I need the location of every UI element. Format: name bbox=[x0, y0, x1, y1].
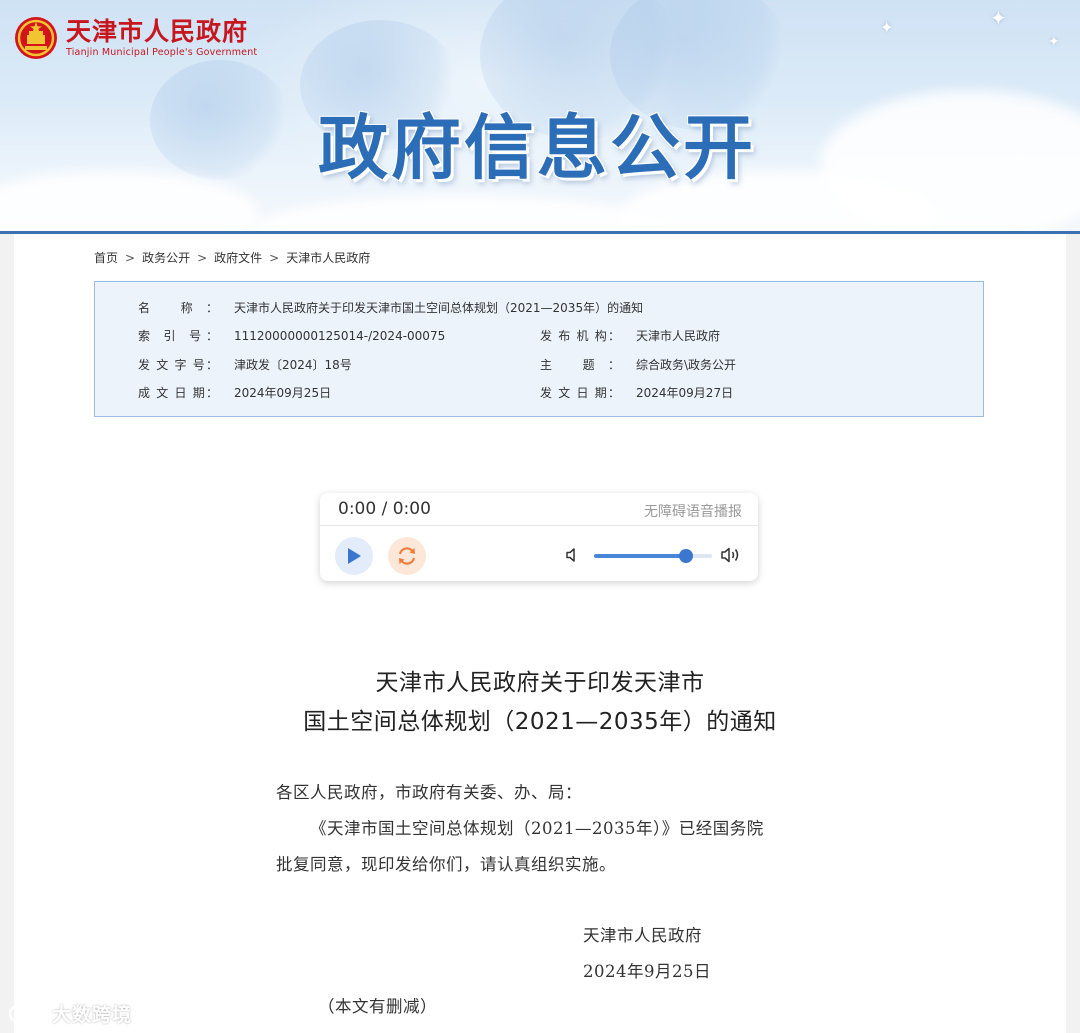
header-banner: ✦ ✦ ✦ 天津市人民政府 Tianjin Municipal People's… bbox=[0, 0, 1080, 232]
watermark-text: 大数跨境 bbox=[52, 1004, 133, 1026]
accessible-tts-label[interactable]: 无障碍语音播报 bbox=[644, 501, 742, 521]
site-logo[interactable]: 天津市人民政府 Tianjin Municipal People's Gover… bbox=[14, 16, 257, 60]
site-name-en: Tianjin Municipal People's Government bbox=[66, 46, 258, 58]
meta-name-label: 名 称： bbox=[138, 301, 218, 315]
page-side-margin bbox=[1066, 234, 1080, 1033]
dove-icon: ✦ bbox=[1048, 34, 1060, 50]
breadcrumb-gov-affairs[interactable]: 政务公开 bbox=[142, 251, 190, 265]
play-icon bbox=[348, 548, 361, 564]
banner-flower-decoration bbox=[150, 60, 290, 180]
watermark-logo-icon bbox=[8, 1004, 46, 1023]
loop-button[interactable] bbox=[388, 537, 426, 575]
player-time: 0:00 / 0:00 bbox=[338, 499, 431, 519]
breadcrumb-home[interactable]: 首页 bbox=[94, 251, 118, 265]
meta-topic-label: 主 题： bbox=[540, 358, 620, 372]
audio-player: 0:00 / 0:00 无障碍语音播报 bbox=[320, 493, 758, 581]
dove-icon: ✦ bbox=[880, 18, 894, 37]
meta-topic-value: 综合政务\政务公开 bbox=[636, 358, 737, 372]
site-name-cn: 天津市人民政府 bbox=[66, 16, 249, 46]
document-title-line-2: 国土空间总体规划（2021—2035年）的通知 bbox=[303, 709, 777, 735]
breadcrumb-separator-icon: > bbox=[197, 251, 208, 265]
document-abridged-note: （本文有删减） bbox=[318, 997, 437, 1016]
watermark: 大数跨境 bbox=[8, 1000, 132, 1027]
banner-cloud bbox=[250, 195, 670, 232]
document-body-line-2: 批复同意，现印发给你们，请认真组织实施。 bbox=[276, 855, 616, 874]
banner-divider bbox=[0, 231, 1080, 234]
volume-high-icon[interactable] bbox=[720, 545, 742, 565]
document-title-line-1: 天津市人民政府关于印发天津市 bbox=[375, 670, 705, 696]
meta-index-label: 索 引 号： bbox=[138, 329, 218, 343]
volume-slider[interactable] bbox=[594, 549, 712, 563]
loop-icon bbox=[398, 547, 416, 565]
document-date: 2024年9月25日 bbox=[583, 962, 711, 981]
page-side-margin bbox=[0, 234, 14, 1033]
breadcrumb-tianjin-gov[interactable]: 天津市人民政府 bbox=[286, 251, 370, 265]
national-emblem-icon bbox=[15, 17, 57, 59]
breadcrumb-separator-icon: > bbox=[269, 251, 280, 265]
meta-index-value: 11120000000125014-/2024-00075 bbox=[234, 329, 446, 343]
document-meta-panel: 名 称： 天津市人民政府关于印发天津市国土空间总体规划（2021—2035年）的… bbox=[94, 281, 984, 417]
meta-issuer-label: 发 布 机 构： bbox=[540, 329, 620, 343]
player-divider bbox=[320, 525, 758, 526]
meta-created-date-label: 成 文 日 期： bbox=[138, 386, 218, 400]
meta-issuer-value: 天津市人民政府 bbox=[636, 329, 721, 343]
volume-slider-fill bbox=[594, 554, 687, 558]
document-body-line-1: 《天津市国土空间总体规划（2021—2035年）》已经国务院 bbox=[310, 819, 764, 838]
banner-title: 政府信息公开 bbox=[318, 107, 756, 189]
volume-slider-handle[interactable] bbox=[679, 549, 694, 563]
breadcrumb: 首页 > 政务公开 > 政府文件 > 天津市人民政府 bbox=[94, 249, 370, 266]
meta-published-date-value: 2024年09月27日 bbox=[636, 386, 734, 400]
meta-published-date-label: 发 文 日 期： bbox=[540, 386, 620, 400]
volume-low-icon[interactable] bbox=[564, 546, 582, 564]
meta-doc-number-label: 发 文 字 号： bbox=[138, 358, 218, 372]
dove-icon: ✦ bbox=[990, 6, 1007, 30]
document-salutation: 各区人民政府，市政府有关委、办、局： bbox=[276, 783, 582, 802]
document-signature: 天津市人民政府 bbox=[583, 926, 702, 945]
breadcrumb-gov-documents[interactable]: 政府文件 bbox=[214, 251, 262, 265]
meta-created-date-value: 2024年09月25日 bbox=[234, 386, 332, 400]
play-button[interactable] bbox=[335, 537, 373, 575]
meta-doc-number-value: 津政发〔2024〕18号 bbox=[234, 358, 352, 372]
meta-name-value: 天津市人民政府关于印发天津市国土空间总体规划（2021—2035年）的通知 bbox=[234, 301, 644, 315]
breadcrumb-separator-icon: > bbox=[125, 251, 136, 265]
